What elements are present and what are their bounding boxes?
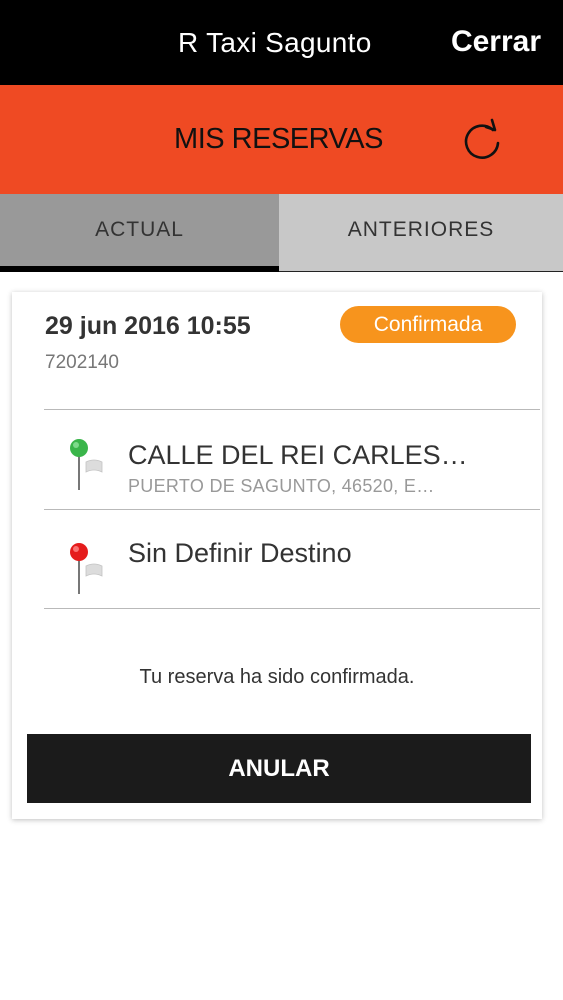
refresh-icon[interactable] [460, 113, 508, 165]
cancel-booking-button[interactable]: ANULAR [27, 734, 531, 803]
top-bar: R Taxi Sagunto Cerrar [0, 0, 563, 85]
tab-anteriores[interactable]: ANTERIORES [279, 194, 563, 272]
origin-row[interactable]: CALLE DEL REI CARLES… PUERTO DE SAGUNTO,… [44, 410, 540, 508]
origin-address: CALLE DEL REI CARLES… [128, 440, 468, 470]
booking-id: 7202140 [45, 352, 119, 373]
booking-card: 29 jun 2016 10:55 7202140 Confirmada CAL… [12, 292, 542, 819]
red-pin-icon [66, 542, 106, 598]
green-pin-icon [66, 438, 106, 494]
app-title: R Taxi Sagunto [178, 27, 372, 58]
booking-datetime: 29 jun 2016 10:55 [45, 312, 251, 340]
page-header: MIS RESERVAS [0, 85, 563, 194]
tab-bar: ACTUAL ANTERIORES [0, 194, 563, 272]
divider [44, 608, 540, 609]
close-button[interactable]: Cerrar [451, 25, 541, 59]
status-badge: Confirmada [340, 306, 516, 343]
destination-row[interactable]: Sin Definir Destino [44, 510, 540, 608]
destination-address: Sin Definir Destino [128, 538, 352, 568]
origin-locality: PUERTO DE SAGUNTO, 46520, E… [128, 476, 435, 496]
tab-actual[interactable]: ACTUAL [0, 194, 279, 272]
confirmation-message: Tu reserva ha sido confirmada. [139, 666, 415, 688]
